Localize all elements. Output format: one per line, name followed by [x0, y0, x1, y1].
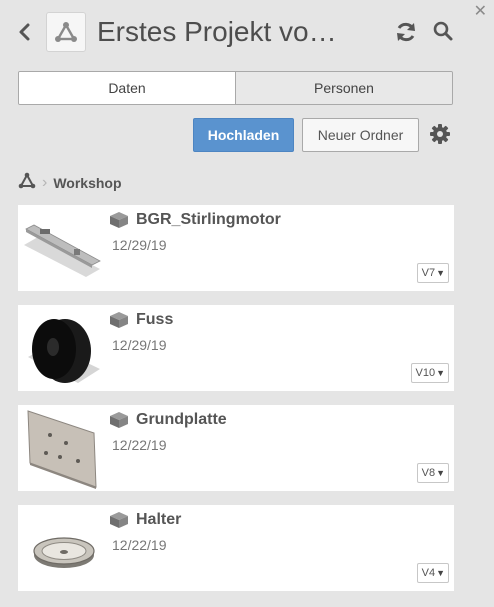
item-date: 12/22/19	[112, 537, 167, 553]
version-label: V10	[415, 367, 436, 379]
version-dropdown[interactable]: V8 ▼	[416, 463, 449, 483]
tab-daten[interactable]: Daten	[19, 72, 235, 104]
item-name: Grundplatte	[136, 411, 227, 428]
breadcrumb: › Workshop	[18, 172, 122, 194]
back-button[interactable]	[16, 22, 34, 42]
upload-button[interactable]: Hochladen	[193, 118, 294, 152]
refresh-icon	[397, 22, 415, 42]
caret-down-icon: ▼	[436, 468, 445, 478]
caret-down-icon: ▼	[436, 368, 445, 378]
item-date: 12/29/19	[112, 337, 167, 353]
caret-down-icon: ▼	[436, 568, 445, 578]
project-hub-icon	[55, 22, 77, 42]
header: Erstes Projekt vo…	[0, 10, 494, 54]
breadcrumb-current[interactable]: Workshop	[53, 175, 121, 191]
page-title: Erstes Projekt vo…	[97, 16, 337, 47]
list-item[interactable]: BGR_Stirlingmotor 12/29/19 V7 ▼	[18, 205, 454, 291]
version-dropdown[interactable]: V10 ▼	[410, 363, 449, 383]
item-thumbnail	[20, 307, 104, 389]
tab-personen[interactable]: Personen	[235, 72, 452, 104]
version-label: V8	[421, 467, 436, 479]
list-item[interactable]: Grundplatte 12/22/19 V8 ▼	[18, 405, 454, 491]
item-name: Fuss	[136, 311, 174, 328]
version-label: V4	[421, 567, 436, 579]
version-label: V7	[421, 267, 436, 279]
item-thumbnail	[20, 407, 104, 489]
gear-icon	[430, 124, 450, 144]
list-item[interactable]: Halter 12/22/19 V4 ▼	[18, 505, 454, 591]
settings-button[interactable]	[429, 123, 451, 145]
search-icon	[433, 21, 453, 41]
component-cube-icon	[110, 512, 128, 528]
item-name: BGR_Stirlingmotor	[136, 211, 281, 228]
chevron-right-icon: ›	[42, 174, 48, 191]
project-root-icon[interactable]	[18, 172, 36, 194]
view-tabs: Daten Personen	[18, 71, 453, 105]
version-dropdown[interactable]: V7 ▼	[416, 263, 449, 283]
item-date: 12/29/19	[112, 237, 167, 253]
version-dropdown[interactable]: V4 ▼	[416, 563, 449, 583]
item-thumbnail	[20, 507, 104, 589]
caret-down-icon: ▼	[436, 268, 445, 278]
search-button[interactable]	[432, 20, 454, 42]
project-icon	[46, 12, 86, 52]
item-date: 12/22/19	[112, 437, 167, 453]
component-cube-icon	[110, 412, 128, 428]
item-name: Halter	[136, 511, 182, 528]
refresh-button[interactable]	[394, 20, 418, 44]
list-item[interactable]: Fuss 12/29/19 V10 ▼	[18, 305, 454, 391]
chevron-left-icon	[19, 23, 30, 41]
item-thumbnail	[20, 207, 104, 289]
new-folder-button[interactable]: Neuer Ordner	[302, 118, 419, 152]
component-cube-icon	[110, 312, 128, 328]
component-cube-icon	[110, 212, 128, 228]
